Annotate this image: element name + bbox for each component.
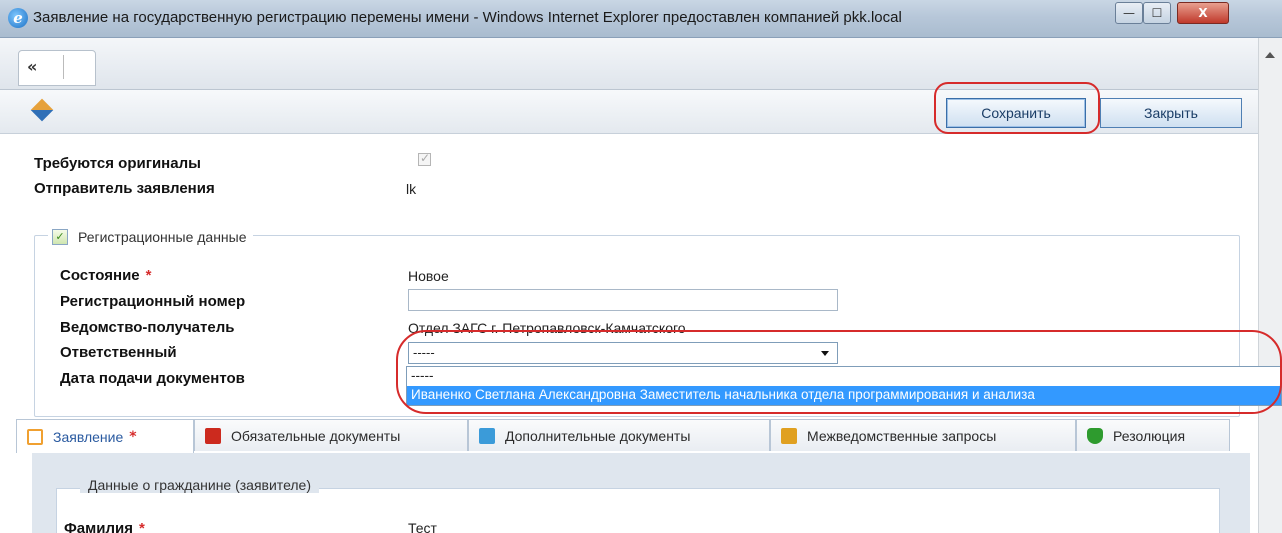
- tab-additional-documents[interactable]: Дополнительные документы: [468, 419, 770, 451]
- tab-required-documents[interactable]: Обязательные документы: [194, 419, 468, 451]
- tab-label: Резолюция: [1113, 427, 1186, 444]
- applicant-section-title: Данные о гражданине (заявителе): [80, 477, 320, 493]
- tab-label: Межведомственные запросы: [807, 427, 997, 444]
- red-folder-icon: [205, 427, 221, 444]
- surname-value: Тест: [408, 520, 437, 533]
- navigation-bar: «: [0, 38, 1258, 90]
- maximize-button[interactable]: ☐: [1143, 2, 1171, 24]
- window-title: Заявление на государственную регистрацию…: [33, 9, 902, 26]
- close-window-button[interactable]: X: [1177, 2, 1229, 24]
- tab-label: Заявление: [53, 428, 124, 445]
- blue-folder-icon: [479, 427, 495, 444]
- applicant-fieldset: [56, 488, 1220, 533]
- surname-label-text: Фамилия: [64, 520, 133, 533]
- registration-section-title: Регистрационные данные: [78, 229, 247, 245]
- submit-date-label: Дата подачи документов: [60, 370, 245, 387]
- sender-value: lk: [406, 181, 417, 197]
- form-action-bar: Сохранить Закрыть: [0, 90, 1258, 134]
- required-asterisk: *: [129, 428, 137, 445]
- document-icon: [27, 428, 43, 445]
- recipient-value: Отдел ЗАГС г. Петропавловск-Камчатского: [408, 320, 686, 336]
- originals-required-checkbox[interactable]: [418, 151, 431, 166]
- tab-application[interactable]: Заявление *: [16, 419, 194, 453]
- required-asterisk: *: [145, 267, 152, 284]
- user-request-icon: [781, 427, 797, 444]
- checkmark-document-icon: ✓: [52, 229, 68, 245]
- registration-legend: ✓ Регистрационные данные: [48, 228, 253, 246]
- green-shield-icon: [1087, 427, 1103, 444]
- dropdown-option[interactable]: -----: [407, 367, 1281, 386]
- vertical-scrollbar[interactable]: [1258, 38, 1282, 533]
- status-label: Состояние *: [60, 267, 151, 284]
- chevron-down-icon[interactable]: [821, 351, 829, 356]
- reg-number-label: Регистрационный номер: [60, 293, 246, 310]
- responsible-label: Ответственный: [60, 344, 177, 361]
- responsible-selected-value: -----: [413, 345, 435, 360]
- toolbar-separator: [63, 55, 64, 79]
- minimize-button[interactable]: —: [1115, 2, 1143, 24]
- recipient-label: Ведомство-получатель: [60, 319, 235, 336]
- surname-label: Фамилия *: [64, 520, 145, 533]
- responsible-dropdown-list: ----- Иваненко Светлана Александровна За…: [406, 366, 1282, 406]
- dropdown-option-selected[interactable]: Иваненко Светлана Александровна Заместит…: [407, 386, 1281, 405]
- form-tabs: Заявление * Обязательные документы Дополн…: [16, 419, 1234, 453]
- tab-label: Обязательные документы: [231, 427, 401, 444]
- double-chevron-left-icon: «: [27, 57, 38, 76]
- scroll-up-arrow-icon[interactable]: [1265, 52, 1275, 58]
- collapse-panel-button[interactable]: «: [18, 50, 96, 86]
- close-button[interactable]: Закрыть: [1100, 98, 1242, 128]
- required-asterisk: *: [138, 520, 145, 533]
- status-label-text: Состояние: [60, 267, 140, 284]
- tab-interagency-requests[interactable]: Межведомственные запросы: [770, 419, 1076, 451]
- internet-explorer-icon: e: [8, 8, 28, 28]
- responsible-select[interactable]: -----: [408, 342, 838, 364]
- window-title-bar: e Заявление на государственную регистрац…: [0, 0, 1282, 38]
- app-logo-icon: [30, 98, 54, 122]
- status-value: Новое: [408, 268, 449, 284]
- sender-label: Отправитель заявления: [34, 180, 215, 197]
- save-button[interactable]: Сохранить: [946, 98, 1086, 128]
- reg-number-input[interactable]: [408, 289, 838, 311]
- originals-required-label: Требуются оригиналы: [34, 155, 201, 172]
- tab-label: Дополнительные документы: [505, 427, 691, 444]
- tab-resolution[interactable]: Резолюция: [1076, 419, 1230, 451]
